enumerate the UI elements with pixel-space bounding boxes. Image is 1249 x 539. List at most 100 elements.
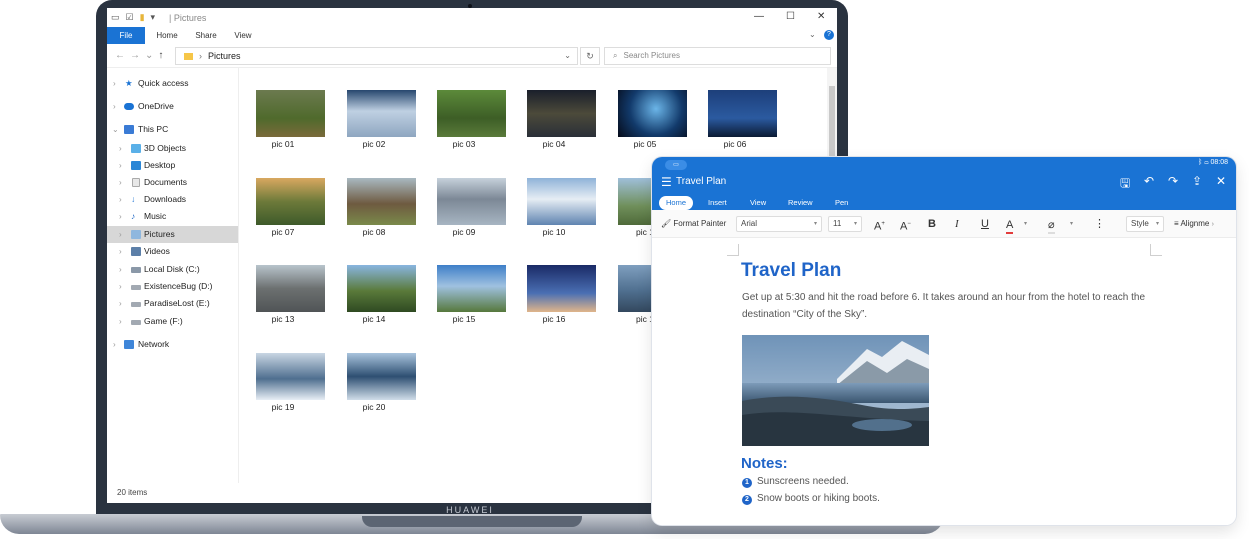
close-icon[interactable]: ✕ xyxy=(1216,174,1226,188)
tab-home[interactable]: Home xyxy=(153,27,181,44)
minimize-button[interactable]: — xyxy=(754,11,764,22)
drive-icon xyxy=(131,320,141,325)
expand-chevron-icon[interactable]: › xyxy=(113,98,116,115)
document-image[interactable] xyxy=(742,335,929,446)
maximize-button[interactable]: ☐ xyxy=(786,11,795,22)
file-tile[interactable]: pic 13 xyxy=(256,265,326,327)
toolbar-scroll-chevron-icon[interactable]: › xyxy=(1212,221,1214,228)
tab-view[interactable]: View xyxy=(743,196,773,210)
tab-file[interactable]: File xyxy=(107,27,145,44)
more-options-icon[interactable]: ⋮ xyxy=(1094,210,1105,238)
bold-icon[interactable]: B xyxy=(928,210,936,238)
font-size-dropdown[interactable]: 11 ▾ xyxy=(828,216,862,232)
up-arrow-icon[interactable]: ↑ xyxy=(158,50,168,61)
file-tile[interactable]: pic 02 xyxy=(347,90,417,152)
expand-chevron-icon[interactable]: › xyxy=(119,226,122,243)
document-page[interactable]: Travel Plan Get up at 5:30 and hit the r… xyxy=(652,238,1236,525)
expand-chevron-icon[interactable]: › xyxy=(119,243,122,260)
forward-arrow-icon[interactable]: → xyxy=(130,50,145,61)
underline-icon[interactable]: U xyxy=(981,210,989,238)
file-tile[interactable]: pic 09 xyxy=(437,178,507,240)
sidebar-item-game-f[interactable]: › Game (F:) xyxy=(107,313,238,330)
font-color-dropdown-icon[interactable]: ▾ xyxy=(1024,210,1027,238)
recent-chevron-icon[interactable]: ⌄ xyxy=(145,50,158,61)
back-arrow-icon[interactable]: ← xyxy=(115,50,130,61)
new-folder-icon[interactable]: ▮ xyxy=(140,12,145,23)
file-name: pic 10 xyxy=(542,227,566,237)
increase-font-icon[interactable]: A+ xyxy=(874,210,885,238)
decrease-font-icon[interactable]: A− xyxy=(900,210,911,238)
share-icon[interactable]: ⇪ xyxy=(1192,174,1202,188)
sidebar-item-music[interactable]: › ♪ Music xyxy=(107,208,238,225)
sidebar-item-this-pc[interactable]: ⌄ This PC xyxy=(107,121,238,138)
expand-chevron-icon[interactable]: › xyxy=(119,313,122,330)
expand-chevron-icon[interactable]: › xyxy=(113,336,116,353)
file-tile[interactable]: pic 16 xyxy=(527,265,597,327)
font-family-value: Arial xyxy=(741,219,758,228)
file-tile[interactable]: pic 20 xyxy=(347,353,417,415)
file-tile[interactable]: pic 01 xyxy=(256,90,326,152)
redo-icon[interactable]: ↷ xyxy=(1168,174,1178,188)
highlight-dropdown-icon[interactable]: ▾ xyxy=(1070,210,1073,238)
expand-chevron-icon[interactable]: › xyxy=(119,278,122,295)
sidebar-item-documents[interactable]: › Documents xyxy=(107,174,238,191)
sidebar-item-videos[interactable]: › Videos xyxy=(107,243,238,260)
sidebar-item-local-disk-c[interactable]: › Local Disk (C:) xyxy=(107,261,238,278)
sidebar-item-desktop[interactable]: › Desktop xyxy=(107,157,238,174)
sidebar-item-network[interactable]: › Network xyxy=(107,336,238,353)
quick-access-toolbar-chevron-icon[interactable]: ▾ xyxy=(151,12,156,23)
alignment-button[interactable]: ≡ Alignme › xyxy=(1174,210,1214,238)
italic-icon[interactable]: I xyxy=(955,210,959,238)
file-tile[interactable]: pic 15 xyxy=(437,265,507,327)
sidebar-item-downloads[interactable]: › ↓ Downloads xyxy=(107,191,238,208)
expand-chevron-icon[interactable]: › xyxy=(119,140,122,157)
save-icon[interactable]: 🖫 xyxy=(1120,174,1130,195)
sidebar-item-3d-objects[interactable]: › 3D Objects xyxy=(107,140,238,157)
close-button[interactable]: ✕ xyxy=(817,11,825,22)
highlight-icon[interactable]: ⌀ xyxy=(1048,214,1055,234)
tab-view[interactable]: View xyxy=(232,27,254,44)
sidebar-item-pictures[interactable]: › Pictures xyxy=(107,226,238,243)
expand-chevron-icon[interactable]: › xyxy=(119,295,122,312)
font-family-dropdown[interactable]: Arial ▾ xyxy=(736,216,822,232)
collapse-chevron-icon[interactable]: ⌄ xyxy=(112,121,119,138)
expand-chevron-icon[interactable]: › xyxy=(113,75,116,92)
sidebar-item-existencebug-d[interactable]: › ExistenceBug (D:) xyxy=(107,278,238,295)
expand-chevron-icon[interactable]: › xyxy=(119,261,122,278)
file-tile[interactable]: pic 05 xyxy=(618,90,688,152)
file-tile[interactable]: pic 08 xyxy=(347,178,417,240)
tab-home[interactable]: Home xyxy=(659,196,694,210)
style-dropdown[interactable]: Style ▾ xyxy=(1126,216,1164,232)
multi-screen-icon[interactable]: ▭ xyxy=(665,160,687,170)
hamburger-menu-icon[interactable]: ☰ xyxy=(661,175,672,189)
expand-chevron-icon[interactable]: › xyxy=(119,208,122,225)
expand-chevron-icon[interactable]: › xyxy=(119,174,122,191)
file-tile[interactable]: pic 07 xyxy=(256,178,326,240)
file-tile[interactable]: pic 04 xyxy=(527,90,597,152)
file-tile[interactable]: pic 14 xyxy=(347,265,417,327)
properties-icon[interactable]: ☑ xyxy=(126,12,134,23)
laptop-brand: HUAWEI xyxy=(446,505,494,515)
ribbon-expand-chevron-icon[interactable]: ⌄ xyxy=(809,30,816,39)
tab-insert[interactable]: Insert xyxy=(701,196,734,210)
file-tile[interactable]: pic 06 xyxy=(708,90,778,152)
file-tile[interactable]: pic 19 xyxy=(256,353,326,415)
file-tile[interactable]: pic 03 xyxy=(437,90,507,152)
help-icon[interactable]: ? xyxy=(824,30,834,40)
sidebar-item-paradiselost-e[interactable]: › ParadiseLost (E:) xyxy=(107,295,238,312)
address-dropdown-icon[interactable]: ⌄ xyxy=(564,48,571,64)
file-tile[interactable]: pic 10 xyxy=(527,178,597,240)
font-color-icon[interactable]: A xyxy=(1006,214,1014,234)
search-input[interactable]: ⌕ Search Pictures xyxy=(604,47,831,65)
tab-pen[interactable]: Pen xyxy=(828,196,855,210)
sidebar-item-onedrive[interactable]: › OneDrive xyxy=(107,98,238,115)
format-painter-button[interactable]: 🖌 Format Painter xyxy=(661,210,726,238)
refresh-button[interactable]: ↻ xyxy=(580,47,600,65)
address-bar[interactable]: › Pictures ⌄ xyxy=(175,47,578,65)
sidebar-item-quick-access[interactable]: › ★ Quick access xyxy=(107,75,238,92)
tab-review[interactable]: Review xyxy=(781,196,820,210)
undo-icon[interactable]: ↶ xyxy=(1144,174,1154,188)
tab-share[interactable]: Share xyxy=(193,27,219,44)
expand-chevron-icon[interactable]: › xyxy=(119,157,122,174)
expand-chevron-icon[interactable]: › xyxy=(119,191,122,208)
